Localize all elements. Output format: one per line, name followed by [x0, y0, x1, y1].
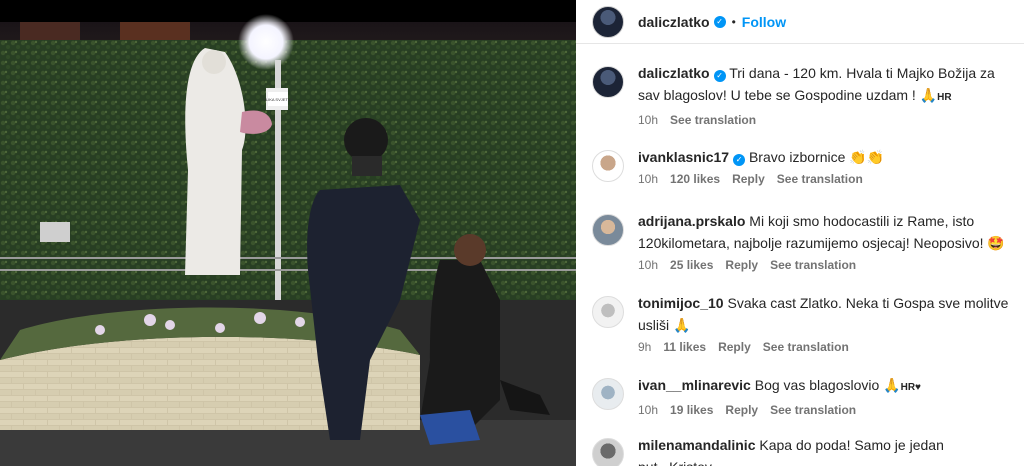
comment-lang: HR♥ [900, 382, 921, 393]
caption: daliczlatko ✓ Tri dana - 120 km. Hvala ti… [576, 62, 1024, 127]
comment-text: Bravo izbornice 👏👏 [748, 149, 885, 165]
reply-button[interactable]: Reply [725, 403, 758, 417]
see-translation-button[interactable]: See translation [770, 258, 856, 272]
commenter-username[interactable]: adrijana.prskalo [638, 213, 745, 229]
commenter-username[interactable]: ivan__mlinarevic [638, 377, 751, 393]
commenter-username[interactable]: ivanklasnic17 [638, 149, 729, 165]
comment-time[interactable]: 10h [638, 172, 658, 186]
comment-text: Bog vas blagoslovio 🙏 [754, 377, 901, 393]
reply-button[interactable]: Reply [725, 258, 758, 272]
comment-meta: 10h 19 likes Reply See translation [638, 403, 1010, 417]
comment-time[interactable]: 10h [638, 258, 658, 272]
caption-username[interactable]: daliczlatko [638, 65, 710, 81]
comment-item: tonimijoc_10 Svaka cast Zlatko. Neka ti … [576, 292, 1024, 354]
post-side-panel: daliczlatko ✓ • Follow daliczlatko ✓ Tri … [576, 0, 1024, 466]
commenter-username[interactable]: milenamandalinic [638, 437, 755, 453]
commenter-avatar[interactable] [592, 438, 624, 466]
comments-list: daliczlatko ✓ Tri dana - 120 km. Hvala ti… [576, 62, 1024, 466]
comment-item: adrijana.prskalo Mi koji smo hodocastili… [576, 210, 1024, 272]
comment-meta: 10h 25 likes Reply See translation [638, 258, 1010, 272]
commenter-avatar[interactable] [592, 296, 624, 328]
caption-meta: 10h See translation [638, 113, 1010, 127]
comment-likes[interactable]: 11 likes [663, 340, 706, 354]
comment-time[interactable]: 10h [638, 403, 658, 417]
comment-meta: 10h 120 likes Reply See translation [638, 172, 1010, 186]
verified-badge-icon: ✓ [733, 154, 746, 166]
post-photo[interactable]: SLIKA SVJETLA [0, 0, 576, 466]
commenter-avatar[interactable] [592, 150, 624, 182]
caption-time[interactable]: 10h [638, 113, 658, 127]
see-translation-button[interactable]: See translation [670, 113, 756, 127]
comment-meta: 9h 11 likes Reply See translation [638, 340, 1010, 354]
reply-button[interactable]: Reply [718, 340, 751, 354]
comment-likes[interactable]: 120 likes [670, 172, 720, 186]
comment-likes[interactable]: 25 likes [670, 258, 713, 272]
commenter-avatar[interactable] [592, 214, 624, 246]
commenter-avatar[interactable] [592, 378, 624, 410]
author-avatar[interactable] [592, 5, 624, 38]
author-username[interactable]: daliczlatko [638, 14, 710, 30]
commenter-username[interactable]: tonimijoc_10 [638, 295, 724, 311]
comment-time[interactable]: 9h [638, 340, 651, 354]
see-translation-button[interactable]: See translation [770, 403, 856, 417]
post-image: SLIKA SVJETLA [0, 0, 576, 466]
comment-likes[interactable]: 19 likes [670, 403, 713, 417]
comment-item: ivanklasnic17 ✓ Bravo izbornice 👏👏 10h 12… [576, 146, 1024, 190]
post-header: daliczlatko ✓ • Follow [576, 0, 1024, 44]
sign-text: SLIKA SVJETLA [263, 97, 293, 102]
caption-avatar[interactable] [592, 66, 624, 98]
verified-badge-icon: ✓ [713, 15, 726, 28]
comment-item: milenamandalinic Kapa do poda! Samo je j… [576, 434, 1024, 466]
reply-button[interactable]: Reply [732, 172, 765, 186]
see-translation-button[interactable]: See translation [777, 172, 863, 186]
verified-badge-icon: ✓ [713, 70, 726, 82]
caption-lang: HR [937, 92, 952, 103]
follow-button[interactable]: Follow [742, 14, 786, 30]
separator-dot: • [731, 14, 736, 29]
see-translation-button[interactable]: See translation [763, 340, 849, 354]
comment-item: ivan__mlinarevic Bog vas blagoslovio 🙏HR… [576, 374, 1024, 418]
